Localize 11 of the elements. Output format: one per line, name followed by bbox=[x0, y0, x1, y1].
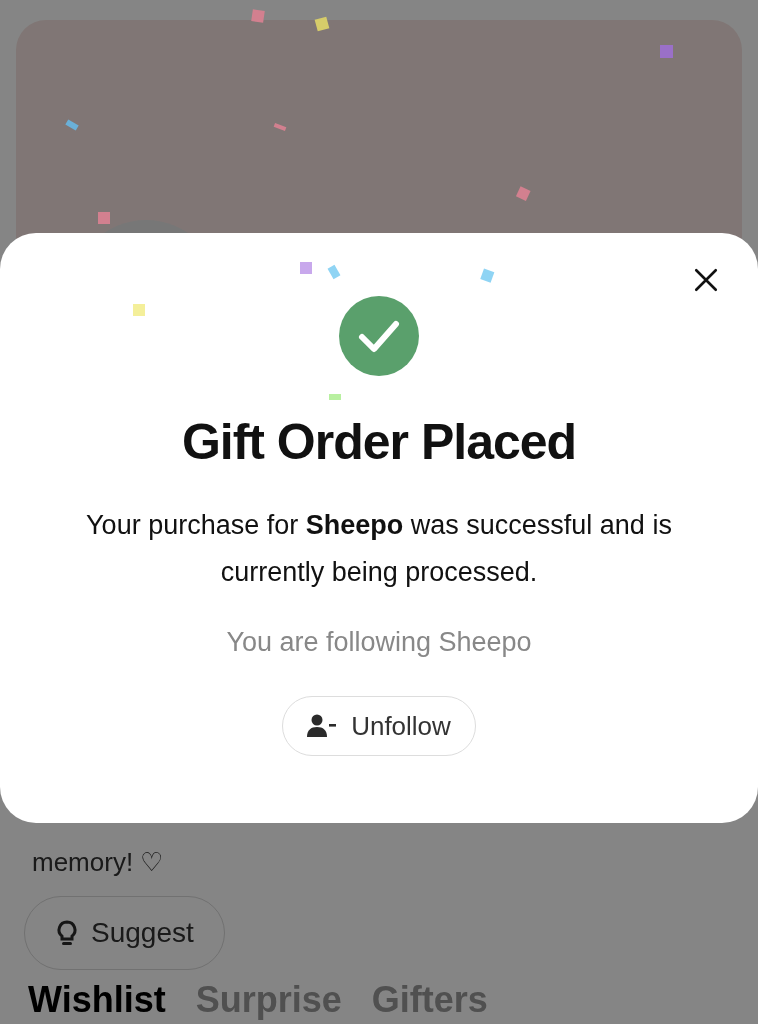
tab[interactable]: Wishlist bbox=[28, 980, 166, 1020]
bio-text: memory! ♡ bbox=[32, 846, 165, 879]
close-button[interactable] bbox=[692, 266, 720, 294]
dialog-message: Your purchase for Sheepo was successful and is currently being processed. bbox=[85, 509, 673, 589]
remove-user-icon bbox=[307, 714, 338, 738]
suggest-button[interactable]: Suggest bbox=[24, 896, 225, 970]
checkmark-icon bbox=[339, 296, 419, 376]
lightbulb-icon bbox=[55, 920, 79, 946]
dialog-title: Gift Order Placed bbox=[181, 413, 577, 472]
following-status: You are following Sheepo bbox=[226, 626, 532, 659]
unfollow-button[interactable]: Unfollow bbox=[282, 696, 476, 756]
